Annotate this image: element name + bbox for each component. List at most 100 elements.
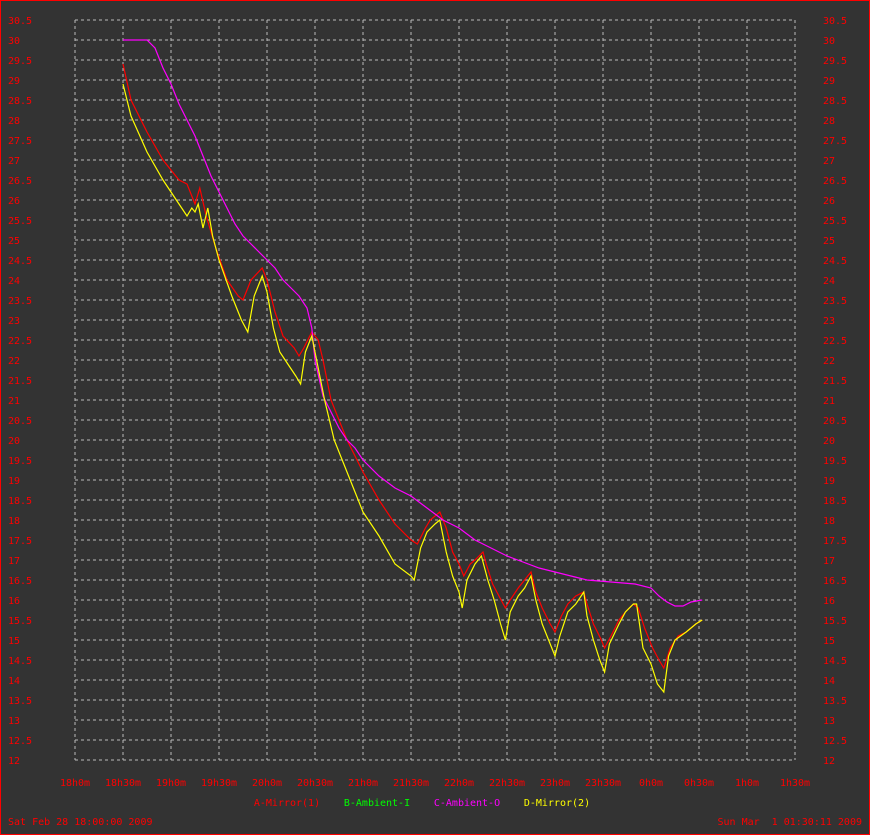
x-tick-label: 1h0m <box>735 778 759 789</box>
y-tick-label-right: 17 <box>823 556 835 567</box>
y-tick-label-right: 20.5 <box>823 416 847 427</box>
y-tick-label-left: 15.5 <box>8 616 32 627</box>
y-tick-label-left: 29.5 <box>8 56 32 67</box>
x-tick-label: 18h30m <box>105 778 141 789</box>
y-tick-label-right: 30.5 <box>823 16 847 27</box>
y-tick-label-left: 26.5 <box>8 176 32 187</box>
legend: A-Mirror(1) B-Ambient-I C-Ambient-O D-Mirro… <box>254 798 590 809</box>
x-tick-label: 20h0m <box>252 778 282 789</box>
y-tick-label-left: 19 <box>8 476 20 487</box>
start-time-label: Sat Feb 28 18:00:00 2009 <box>8 817 153 828</box>
grid <box>74 19 796 761</box>
y-tick-label-right: 22.5 <box>823 336 847 347</box>
legend-entry: B-Ambient-I <box>344 798 410 809</box>
y-tick-label-left: 26 <box>8 196 20 207</box>
y-tick-label-right: 26.5 <box>823 176 847 187</box>
y-tick-label-right: 29 <box>823 76 835 87</box>
y-tick-label-left: 23 <box>8 316 20 327</box>
y-tick-label-left: 13.5 <box>8 696 32 707</box>
y-tick-label-right: 18 <box>823 516 835 527</box>
y-tick-label-left: 22.5 <box>8 336 32 347</box>
x-tick-label: 22h30m <box>489 778 525 789</box>
y-tick-label-left: 21 <box>8 396 20 407</box>
y-axis-right: 12 12.5 13 13.5 14 14.5 15 15.5 16 16.5 17 17.5 18 18… <box>823 16 847 767</box>
y-tick-label-right: 19.5 <box>823 456 847 467</box>
y-tick-label-right: 24 <box>823 276 835 287</box>
x-tick-label: 0h30m <box>684 778 714 789</box>
y-tick-label-right: 28 <box>823 116 835 127</box>
y-tick-label-left: 27 <box>8 156 20 167</box>
chart: 12 12.5 13 13.5 14 14.5 15 15.5 16 16.5 17 17.5 18 18… <box>8 16 863 828</box>
y-tick-label-left: 18 <box>8 516 20 527</box>
y-tick-label-right: 22 <box>823 356 835 367</box>
y-tick-label-right: 20 <box>823 436 835 447</box>
y-tick-label-left: 12 <box>8 756 20 767</box>
y-tick-label-right: 27 <box>823 156 835 167</box>
y-tick-label-right: 21 <box>823 396 835 407</box>
y-tick-label-right: 18.5 <box>823 496 847 507</box>
y-tick-label-left: 23.5 <box>8 296 32 307</box>
y-tick-label-left: 16 <box>8 596 20 607</box>
series-lines <box>122 39 703 694</box>
x-tick-label: 22h0m <box>444 778 474 789</box>
y-tick-label-right: 27.5 <box>823 136 847 147</box>
y-tick-label-left: 25 <box>8 236 20 247</box>
y-tick-label-left: 20.5 <box>8 416 32 427</box>
y-tick-label-right: 13 <box>823 716 835 727</box>
y-tick-label-right: 28.5 <box>823 96 847 107</box>
y-tick-label-left: 24 <box>8 276 20 287</box>
end-time-label: Sun Mar 1 01:30:11 2009 <box>718 817 863 828</box>
x-tick-label: 19h30m <box>201 778 237 789</box>
y-tick-label-left: 14 <box>8 676 20 687</box>
x-axis: 18h0m 18h30m 19h0m 19h30m 20h0m 20h30m 21h0m 21… <box>60 778 810 789</box>
y-tick-label-right: 15.5 <box>823 616 847 627</box>
y-tick-label-right: 25.5 <box>823 216 847 227</box>
y-tick-label-left: 19.5 <box>8 456 32 467</box>
x-tick-label: 23h30m <box>585 778 621 789</box>
series-line-2 <box>123 39 703 607</box>
series-line-3 <box>122 83 703 694</box>
y-tick-label-left: 25.5 <box>8 216 32 227</box>
y-tick-label-left: 17.5 <box>8 536 32 547</box>
y-tick-label-left: 20 <box>8 436 20 447</box>
x-tick-label: 18h0m <box>60 778 90 789</box>
y-tick-label-right: 24.5 <box>823 256 847 267</box>
x-tick-label: 0h0m <box>639 778 663 789</box>
y-tick-label-left: 13 <box>8 716 20 727</box>
y-tick-label-right: 30 <box>823 36 835 47</box>
y-tick-label-left: 12.5 <box>8 736 32 747</box>
y-tick-label-left: 15 <box>8 636 20 647</box>
y-axis-left: 12 12.5 13 13.5 14 14.5 15 15.5 16 16.5 17 17.5 18 18… <box>8 16 32 767</box>
y-tick-label-left: 18.5 <box>8 496 32 507</box>
y-tick-label-right: 21.5 <box>823 376 847 387</box>
y-tick-label-left: 22 <box>8 356 20 367</box>
y-tick-label-left: 28 <box>8 116 20 127</box>
y-tick-label-left: 17 <box>8 556 20 567</box>
y-tick-label-right: 12 <box>823 756 835 767</box>
y-tick-label-right: 15 <box>823 636 835 647</box>
y-tick-label-right: 12.5 <box>823 736 847 747</box>
legend-entry: D-Mirror(2) <box>524 798 590 809</box>
y-tick-label-right: 25 <box>823 236 835 247</box>
y-tick-label-left: 29 <box>8 76 20 87</box>
x-tick-label: 20h30m <box>297 778 333 789</box>
y-tick-label-right: 19 <box>823 476 835 487</box>
y-tick-label-left: 30 <box>8 36 20 47</box>
x-tick-label: 23h0m <box>540 778 570 789</box>
y-tick-label-right: 14 <box>823 676 835 687</box>
y-tick-label-left: 28.5 <box>8 96 32 107</box>
y-tick-label-right: 14.5 <box>823 656 847 667</box>
y-tick-label-right: 17.5 <box>823 536 847 547</box>
y-tick-label-left: 21.5 <box>8 376 32 387</box>
y-tick-label-right: 13.5 <box>823 696 847 707</box>
legend-entry: C-Ambient-O <box>434 798 500 809</box>
y-tick-label-right: 29.5 <box>823 56 847 67</box>
x-tick-label: 21h30m <box>393 778 429 789</box>
y-tick-label-left: 24.5 <box>8 256 32 267</box>
y-tick-label-right: 23 <box>823 316 835 327</box>
legend-entry: A-Mirror(1) <box>254 798 320 809</box>
y-tick-label-left: 14.5 <box>8 656 32 667</box>
y-tick-label-right: 16 <box>823 596 835 607</box>
y-tick-label-left: 30.5 <box>8 16 32 27</box>
x-tick-label: 19h0m <box>156 778 186 789</box>
